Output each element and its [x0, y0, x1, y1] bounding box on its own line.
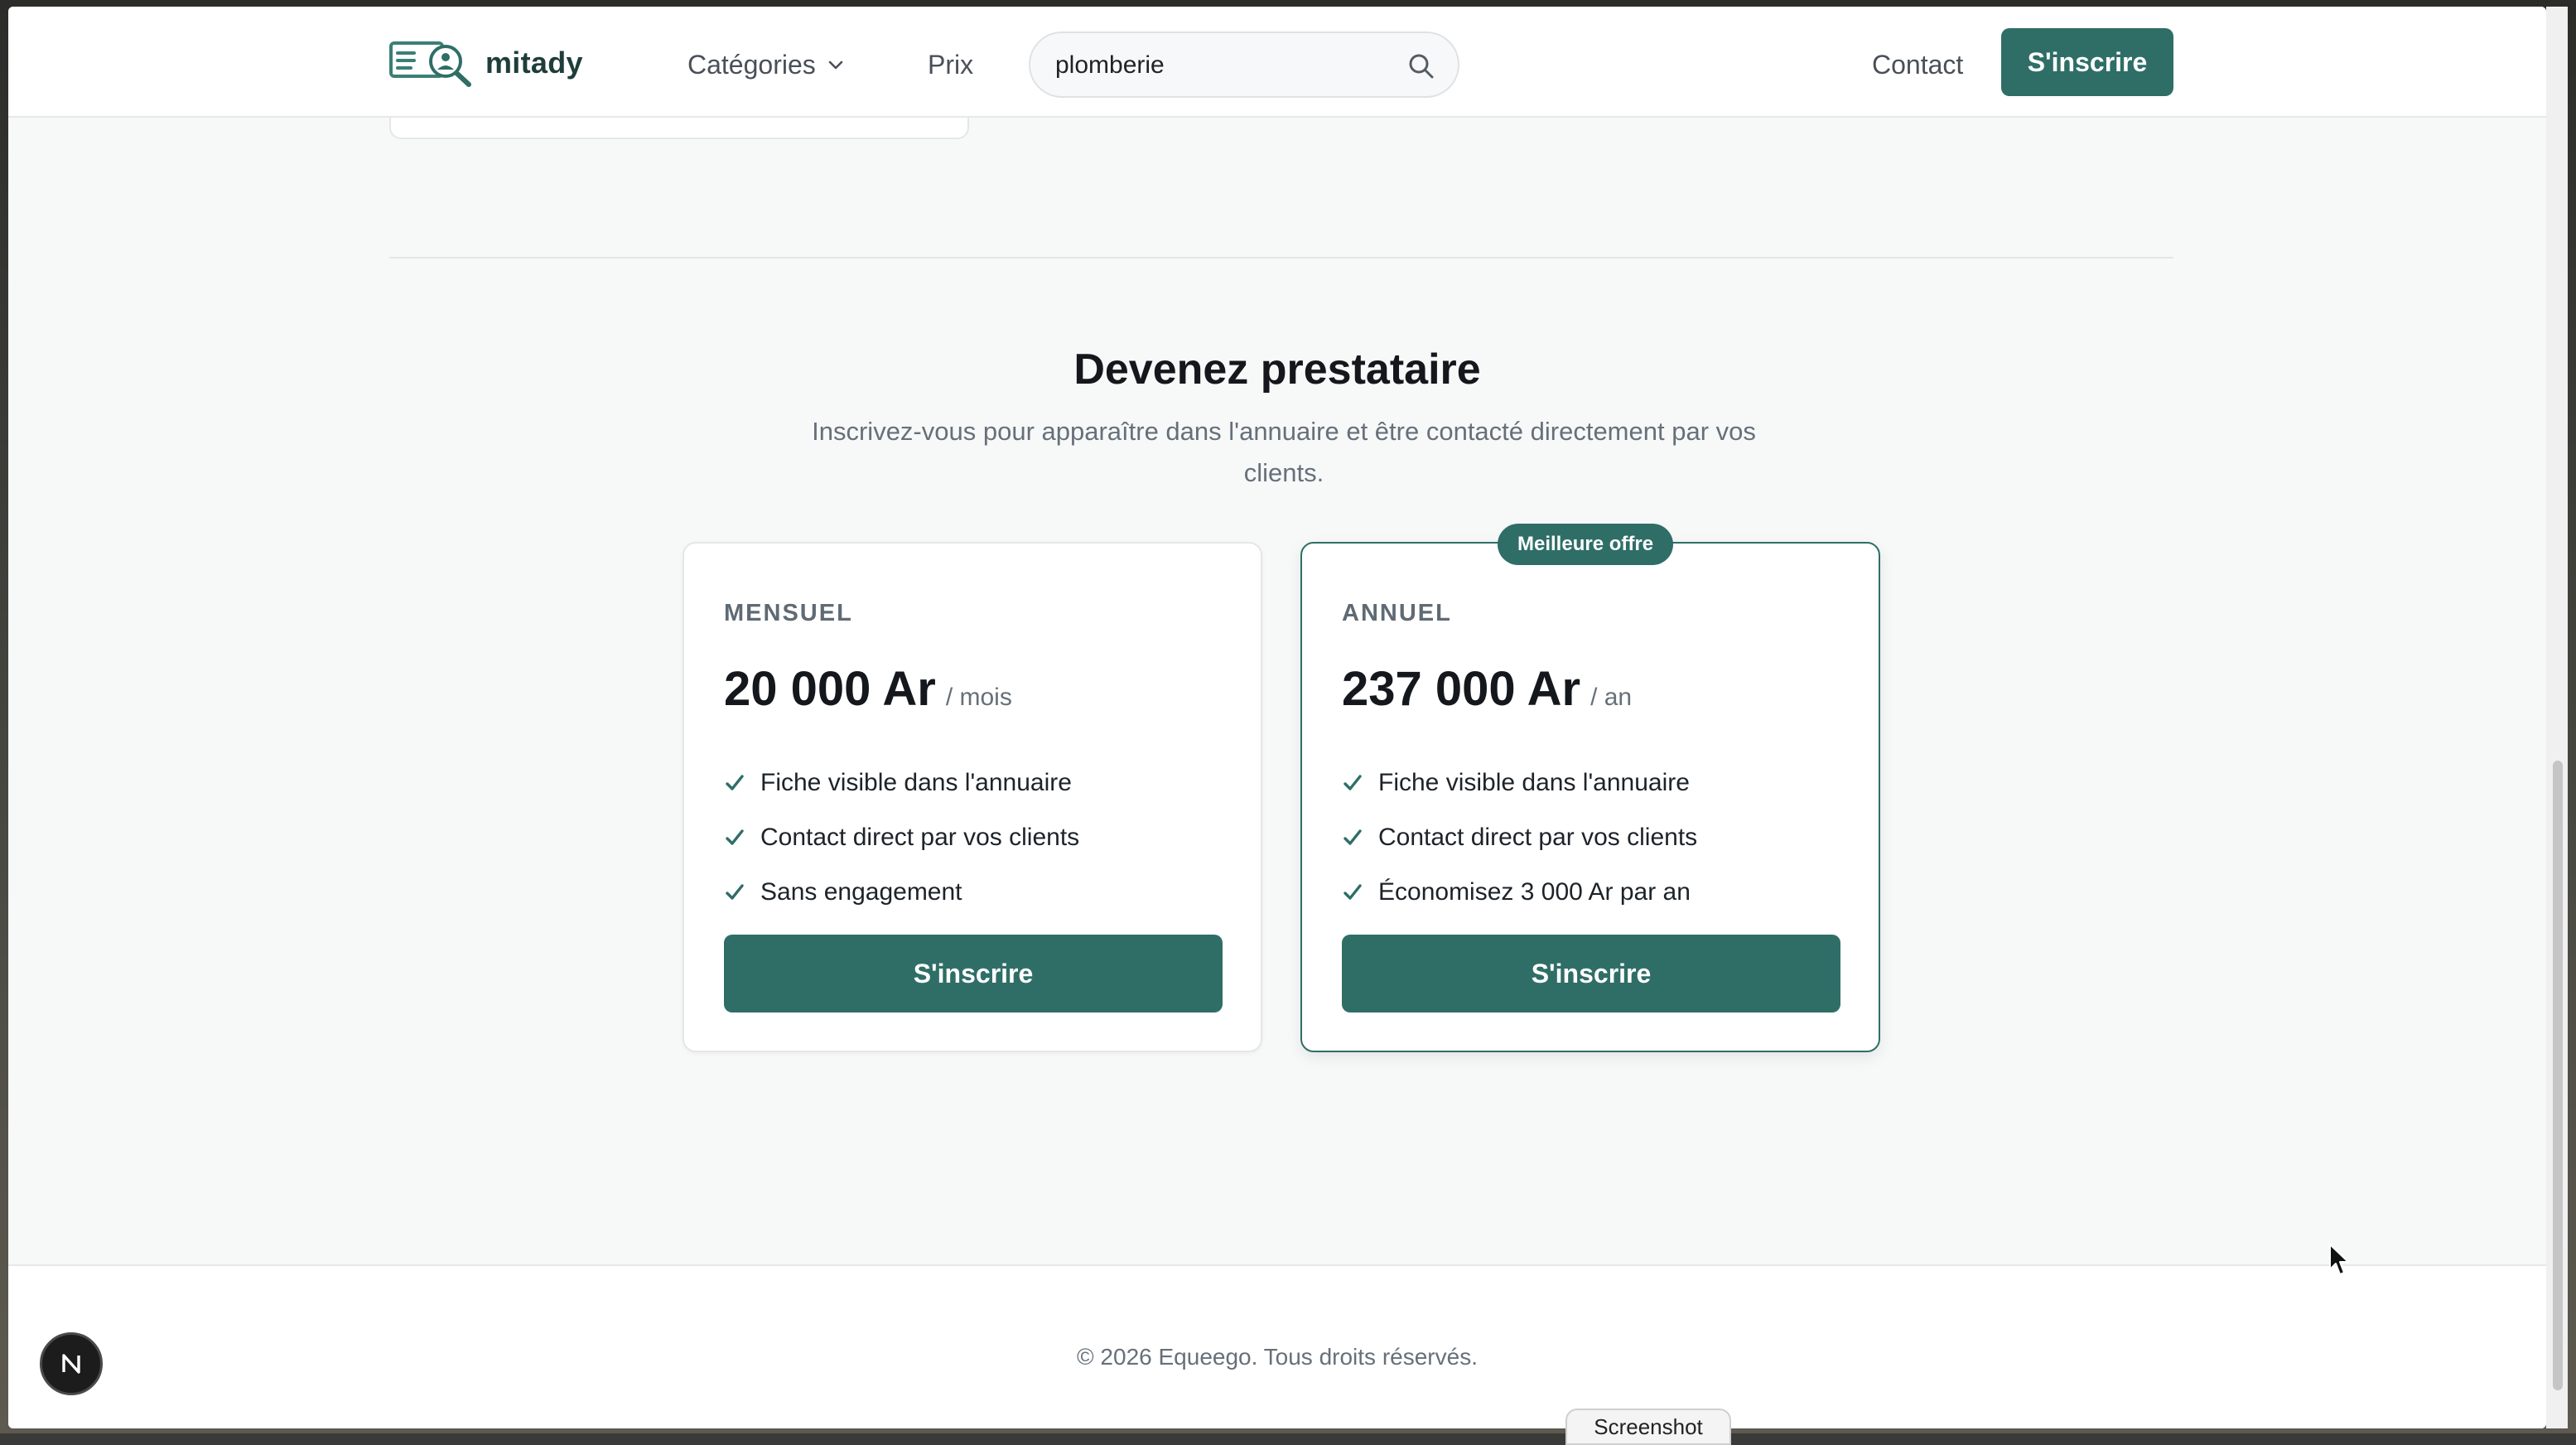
- next-dev-icon: [62, 1354, 80, 1374]
- feature-label: Fiche visible dans l'annuaire: [760, 769, 1072, 796]
- next-dev-indicator[interactable]: [40, 1332, 103, 1395]
- section-title: Devenez prestataire: [1073, 346, 1481, 394]
- feature-item: Contact direct par vos clients: [724, 810, 1079, 865]
- check-icon: [726, 829, 744, 845]
- site-header: mitady Catégories Prix Contact S'inscrir…: [8, 7, 2546, 118]
- check-icon: [726, 884, 744, 900]
- feature-item: Fiche visible dans l'annuaire: [1342, 756, 1697, 810]
- plan-price: 20 000 Ar: [724, 662, 936, 716]
- search-icon[interactable]: [1406, 51, 1436, 81]
- plan-name: ANNUEL: [1342, 600, 1452, 626]
- check-icon: [1343, 829, 1362, 845]
- nav-prix[interactable]: Prix: [928, 50, 973, 80]
- price-row: 237 000 Ar / an: [1342, 661, 1632, 717]
- plan-name: MENSUEL: [724, 600, 853, 626]
- best-offer-badge: Meilleure offre: [1498, 524, 1674, 565]
- check-icon: [1343, 884, 1362, 900]
- logo-icon: [389, 41, 471, 87]
- feature-label: Contact direct par vos clients: [1378, 824, 1698, 851]
- price-row: 20 000 Ar / mois: [724, 661, 1012, 717]
- search-input[interactable]: [1054, 45, 1388, 86]
- browser-window: mitady Catégories Prix Contact S'inscrir…: [8, 7, 2546, 1428]
- brand-name: mitady: [485, 46, 583, 80]
- chevron-down-icon: [828, 60, 843, 69]
- plan-card-monthly: MENSUEL 20 000 Ar / mois Fiche visible d…: [683, 542, 1262, 1052]
- check-icon: [1343, 775, 1362, 790]
- section-subtitle: Inscrivez-vous pour apparaître dans l'an…: [812, 417, 1756, 487]
- feature-label: Sans engagement: [760, 878, 962, 906]
- mouse-cursor-icon: [2329, 1244, 2349, 1275]
- feature-label: Contact direct par vos clients: [760, 824, 1080, 851]
- brand-logo[interactable]: mitady: [389, 38, 583, 88]
- copyright-text: © 2026 Equeego. Tous droits réservés.: [1077, 1344, 1478, 1370]
- feature-item: Sans engagement: [724, 865, 1079, 920]
- plan-period: / mois: [945, 684, 1012, 711]
- plan-price: 237 000 Ar: [1342, 662, 1581, 716]
- section-divider: [389, 257, 2173, 259]
- feature-item: Fiche visible dans l'annuaire: [724, 756, 1079, 810]
- plan-period: / an: [1590, 684, 1633, 711]
- monthly-signup-button[interactable]: S'inscrire: [724, 935, 1223, 1012]
- search-box: [1029, 31, 1459, 98]
- plan-card-annual: Meilleure offre ANNUEL 237 000 Ar / an F…: [1300, 524, 1880, 1052]
- scrollbar-thumb[interactable]: [2553, 761, 2563, 1390]
- annual-signup-button[interactable]: S'inscrire: [1342, 935, 1840, 1012]
- feature-item: Contact direct par vos clients: [1342, 810, 1697, 865]
- nav-categories-label: Catégories: [687, 50, 816, 80]
- site-footer: © 2026 Equeego. Tous droits réservés.: [8, 1264, 2546, 1428]
- feature-list: Fiche visible dans l'annuaire Contact di…: [1342, 756, 1697, 920]
- feature-list: Fiche visible dans l'annuaire Contact di…: [724, 756, 1079, 920]
- header-signup-button[interactable]: S'inscrire: [2001, 28, 2173, 96]
- screenshot-tab[interactable]: Screenshot: [1565, 1409, 1731, 1445]
- feature-label: Fiche visible dans l'annuaire: [1378, 769, 1690, 796]
- check-icon: [726, 775, 744, 790]
- nav-contact[interactable]: Contact: [1872, 50, 1963, 80]
- feature-label: Économisez 3 000 Ar par an: [1378, 878, 1691, 906]
- feature-item: Économisez 3 000 Ar par an: [1342, 865, 1697, 920]
- nav-categories[interactable]: Catégories: [687, 50, 844, 80]
